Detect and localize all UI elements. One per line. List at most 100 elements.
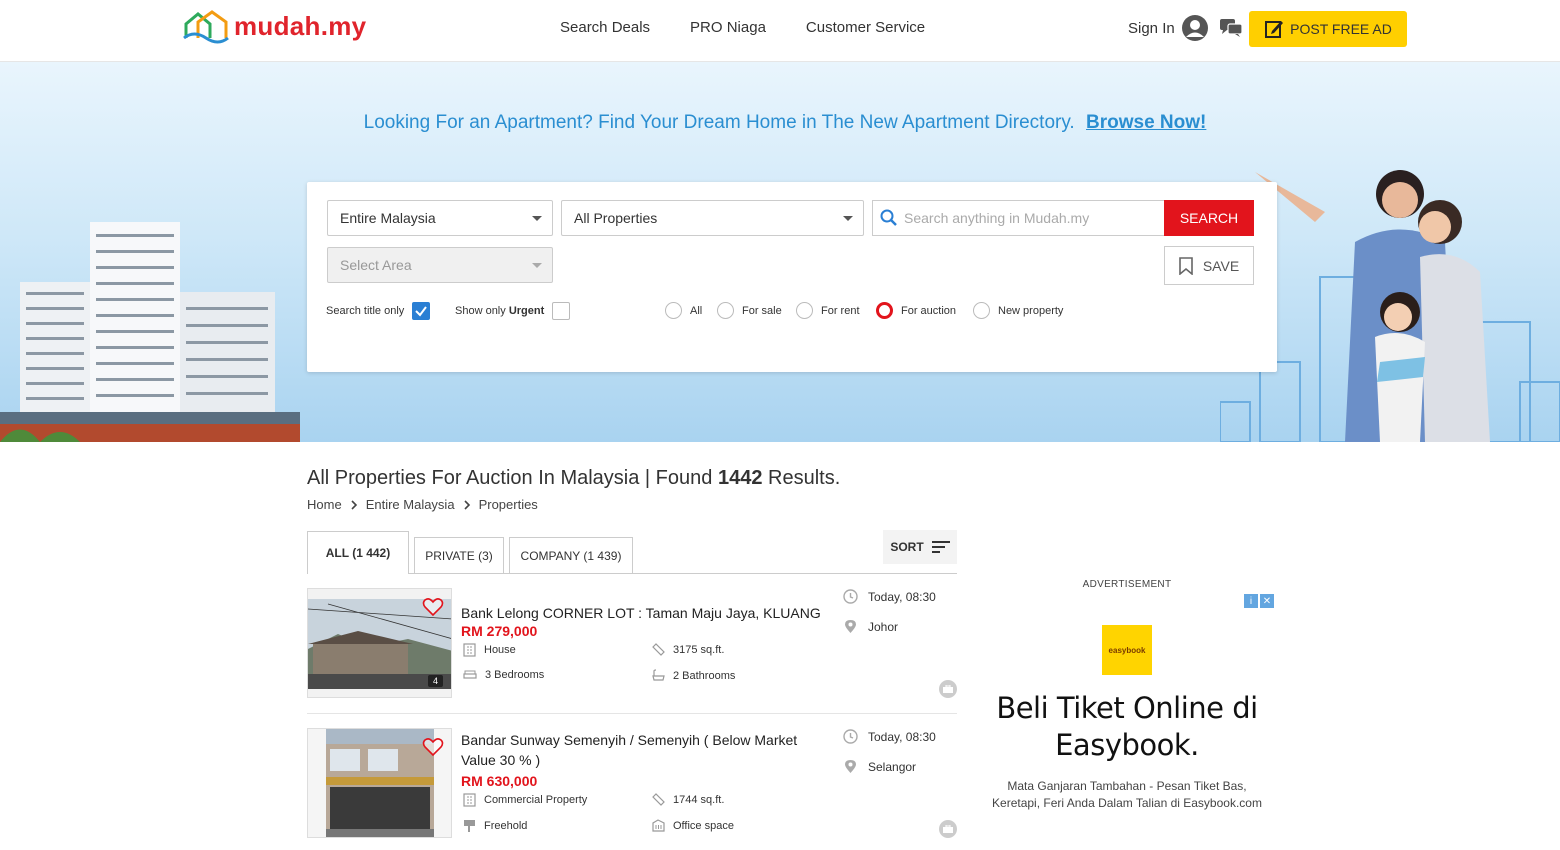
post-free-ad-button[interactable]: POST FREE AD	[1249, 11, 1407, 47]
logo-text: mudah.my	[234, 10, 367, 41]
listing-price: RM 630,000	[461, 773, 538, 789]
listing-thumbnail[interactable]	[307, 728, 452, 838]
listing-item[interactable]: 4 Bank Lelong CORNER LOT : Taman Maju Ja…	[307, 588, 957, 698]
listing-title[interactable]: Bandar Sunway Semenyih / Semenyih ( Belo…	[461, 730, 831, 770]
listing-attr-bedrooms-label: 3 Bedrooms	[485, 669, 545, 681]
mudah-logo[interactable]: mudah.my	[182, 8, 366, 44]
type-all[interactable]: All	[665, 302, 702, 319]
breadcrumb-region[interactable]: Entire Malaysia	[366, 497, 455, 512]
flag-icon	[464, 820, 475, 832]
area-select-placeholder: Select Area	[340, 257, 412, 273]
favorite-heart-icon[interactable]	[422, 737, 444, 757]
sort-button[interactable]: SORT	[883, 530, 957, 564]
type-for-sale-radio[interactable]	[717, 302, 734, 319]
region-select[interactable]: Entire Malaysia	[327, 200, 553, 236]
ad-controls: i ✕	[1244, 594, 1274, 608]
building-icon	[463, 643, 476, 657]
listing-attr-subtype: Office space	[652, 819, 734, 832]
main-nav: Search Deals PRO Niaga Customer Service	[560, 19, 925, 36]
building-icon	[463, 793, 476, 807]
type-new-property-radio[interactable]	[973, 302, 990, 319]
listing-attr-bedrooms: 3 Bedrooms	[463, 669, 544, 681]
nav-pro-niaga[interactable]: PRO Niaga	[690, 19, 766, 36]
breadcrumb-home[interactable]: Home	[307, 497, 342, 512]
listing-attr-tenure-label: Freehold	[484, 819, 528, 832]
search-icon	[880, 209, 897, 226]
listing-time-label: Today, 08:30	[868, 729, 936, 744]
chevron-down-icon	[532, 263, 542, 268]
title-only-checkbox[interactable]	[412, 302, 431, 320]
favorite-heart-icon[interactable]	[422, 597, 444, 617]
breadcrumb-category[interactable]: Properties	[479, 497, 538, 512]
location-pin-icon	[845, 620, 856, 633]
results-count: 1442	[717, 467, 763, 489]
bathtub-icon	[652, 669, 665, 681]
listing-attr-size: 3175 sq.ft.	[652, 643, 724, 656]
listing-attr-bathrooms: 2 Bathrooms	[652, 669, 735, 682]
type-for-sale-label: For sale	[742, 304, 782, 317]
apartment-promo: Looking For an Apartment? Find Your Drea…	[0, 112, 1560, 134]
tab-private[interactable]: PRIVATE (3)	[414, 537, 504, 573]
area-select[interactable]: Select Area	[327, 247, 553, 283]
tab-all[interactable]: ALL (1 442)	[307, 531, 409, 574]
type-for-auction[interactable]: For auction	[876, 302, 956, 319]
chevron-right-icon	[351, 499, 357, 510]
browse-now-link[interactable]: Browse Now!	[1086, 112, 1206, 133]
ruler-icon	[652, 793, 665, 806]
bed-icon	[463, 670, 477, 679]
type-all-radio[interactable]	[665, 302, 682, 319]
clock-icon	[843, 729, 858, 744]
type-for-rent[interactable]: For rent	[796, 302, 860, 319]
ad-close-icon[interactable]: ✕	[1260, 594, 1274, 608]
nav-customer-service[interactable]: Customer Service	[806, 19, 925, 36]
search-input[interactable]: Search anything in Mudah.my	[872, 200, 1164, 236]
chevron-right-icon	[463, 499, 470, 510]
chat-icon[interactable]	[1219, 17, 1243, 39]
sign-in[interactable]: Sign In	[1128, 14, 1243, 42]
urgent-checkbox[interactable]	[552, 302, 571, 320]
sign-in-label[interactable]: Sign In	[1128, 20, 1175, 37]
ad-info-icon[interactable]: i	[1244, 594, 1258, 608]
listing-attr-type-label: Commercial Property	[484, 794, 588, 806]
type-for-auction-label: For auction	[901, 304, 957, 317]
breadcrumb: Home Entire Malaysia Properties	[307, 497, 538, 512]
type-for-rent-label: For rent	[821, 304, 860, 317]
listing-attr-subtype-label: Office space	[673, 819, 734, 832]
urgent-label: Show only Urgent	[455, 305, 544, 317]
advertisement-banner[interactable]: i ✕ easybook Beli Tiket Online di Easybo…	[977, 592, 1277, 850]
listing-title[interactable]: Bank Lelong CORNER LOT : Taman Maju Jaya…	[461, 603, 831, 623]
chevron-down-icon	[532, 216, 542, 221]
urgent-option[interactable]: Show only Urgent	[455, 302, 571, 320]
sort-icon	[931, 541, 950, 553]
search-button[interactable]: SEARCH	[1164, 200, 1254, 236]
title-only-option[interactable]: Search title only	[326, 302, 431, 320]
promo-text: Looking For an Apartment? Find Your Drea…	[363, 112, 1075, 133]
photo-count-badge: 4	[427, 675, 443, 687]
listing-attr-type-label: House	[484, 644, 516, 656]
results-title-prefix: All Properties For Auction In Malaysia |…	[307, 467, 713, 489]
listing-thumbnail[interactable]: 4	[307, 588, 452, 698]
post-free-ad-label: POST FREE AD	[1290, 21, 1392, 37]
listing-attr-bathrooms-label: 2 Bathrooms	[673, 669, 736, 682]
urgent-label-bold: Urgent	[508, 305, 545, 317]
listing-location: Johor	[843, 619, 898, 634]
bookmark-icon	[1179, 256, 1193, 275]
type-for-rent-radio[interactable]	[796, 302, 813, 319]
type-for-auction-radio[interactable]	[876, 302, 893, 319]
category-select[interactable]: All Properties	[561, 200, 864, 236]
clock-icon	[843, 589, 858, 604]
type-new-property-label: New property	[998, 304, 1064, 317]
chat-seller-icon[interactable]	[939, 680, 957, 698]
ad-subtext: Mata Ganjaran Tambahan - Pesan Tiket Bas…	[992, 779, 1262, 810]
tab-company[interactable]: COMPANY (1 439)	[509, 537, 633, 573]
save-search-button[interactable]: SAVE	[1164, 246, 1254, 285]
type-for-sale[interactable]: For sale	[717, 302, 782, 319]
nav-search-deals[interactable]: Search Deals	[560, 19, 650, 36]
search-placeholder: Search anything in Mudah.my	[904, 210, 1090, 226]
listing-item[interactable]: Bandar Sunway Semenyih / Semenyih ( Belo…	[307, 728, 957, 838]
user-avatar-icon[interactable]	[1181, 14, 1209, 42]
chat-seller-icon[interactable]	[939, 820, 957, 838]
hero-banner: Looking For an Apartment? Find Your Drea…	[0, 62, 1560, 442]
listing-attr-size: 1744 sq.ft.	[652, 793, 724, 806]
type-new-property[interactable]: New property	[973, 302, 1063, 319]
